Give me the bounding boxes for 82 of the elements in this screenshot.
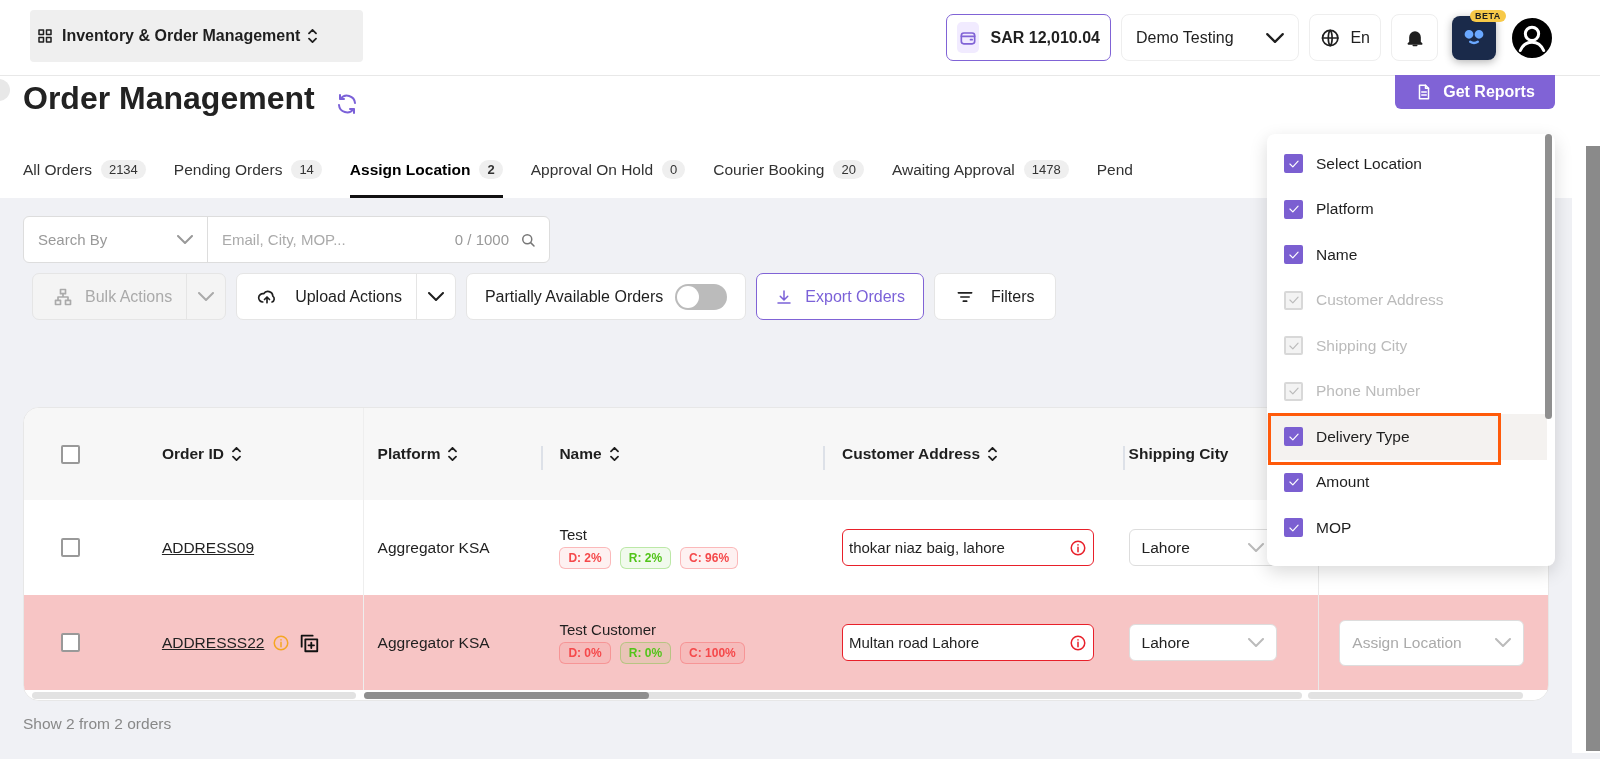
table-cell: Aggregator KSA — [377, 633, 490, 652]
account-dropdown[interactable]: Demo Testing — [1121, 14, 1299, 61]
count-badge: 2134 — [100, 160, 146, 179]
globe-icon — [1320, 26, 1341, 49]
column-header[interactable]: Shipping City — [1128, 445, 1229, 463]
hierarchy-icon — [53, 286, 73, 307]
scrollbar-thumb[interactable] — [1586, 146, 1600, 751]
menu-item[interactable]: Select Location — [1267, 141, 1547, 187]
customer-name: Test Customer — [559, 621, 657, 638]
info-icon[interactable] — [1069, 633, 1087, 652]
sort-icon — [308, 28, 318, 43]
checkbox[interactable] — [1284, 199, 1303, 219]
checkbox[interactable] — [1284, 154, 1303, 174]
column-header[interactable]: Name — [559, 445, 602, 463]
beta-badge: BETA — [1470, 9, 1506, 22]
count-badge: 2 — [479, 160, 503, 179]
download-icon — [775, 287, 794, 306]
tab[interactable]: Awaiting Approval 1478 — [891, 144, 1069, 198]
user-avatar-icon[interactable] — [1512, 17, 1552, 58]
checkbox[interactable] — [61, 444, 80, 464]
sort-icon[interactable] — [988, 447, 998, 461]
count-badge: 14 — [291, 160, 322, 179]
column-header[interactable]: Customer Address — [842, 445, 981, 463]
page-title: Order Management — [23, 80, 315, 117]
get-reports-button[interactable]: Get Reports — [1395, 75, 1555, 109]
menu-item[interactable]: Amount — [1267, 459, 1547, 505]
export-orders-button[interactable]: Export Orders — [756, 273, 924, 320]
checkbox[interactable] — [1284, 245, 1303, 265]
app-switcher-button[interactable]: Inventory & Order Management — [30, 9, 363, 62]
filters-button[interactable]: Filters — [933, 273, 1056, 320]
info-icon[interactable] — [1069, 538, 1087, 557]
table-cell: Aggregator KSA — [377, 538, 490, 557]
checkbox[interactable] — [61, 538, 80, 557]
checkbox[interactable] — [61, 633, 80, 652]
notifications-button[interactable] — [1391, 14, 1438, 61]
sort-icon[interactable] — [448, 447, 458, 461]
column-header[interactable]: Order ID — [161, 445, 224, 463]
chevron-down-icon — [1247, 638, 1264, 647]
order-id-link[interactable]: ADDRESS09 — [161, 538, 255, 557]
scrollbar-thumb[interactable] — [364, 691, 649, 699]
count-badge: 1478 — [1023, 160, 1069, 179]
checkbox[interactable] — [1284, 472, 1303, 492]
chevron-down-icon — [177, 235, 193, 244]
tab[interactable]: Courier Booking 20 — [713, 144, 864, 198]
chevron-down-icon — [1495, 638, 1512, 647]
tab[interactable]: Pending Orders 14 — [173, 144, 322, 198]
sort-icon[interactable] — [231, 447, 241, 461]
chevron-down-icon — [198, 292, 215, 301]
scrollbar-thumb[interactable] — [1545, 134, 1552, 419]
tab[interactable]: Approval On Hold 0 — [530, 144, 686, 198]
chevron-down-icon — [1247, 543, 1264, 552]
count-badge: 0 — [662, 160, 686, 179]
order-id-link[interactable]: ADDRESSS22 — [161, 633, 265, 652]
percentage-badge: D: 2% — [559, 547, 611, 569]
count-badge: 20 — [833, 160, 864, 179]
address-field[interactable]: thokar niaz baig, lahore — [842, 529, 1094, 566]
language-button[interactable]: En — [1309, 14, 1381, 61]
address-field[interactable]: Multan road Lahore — [842, 624, 1094, 661]
percentage-badge: C: 100% — [680, 642, 745, 664]
toggle-switch[interactable] — [675, 283, 728, 310]
percentage-badge: R: 2% — [619, 547, 672, 569]
menu-item[interactable]: Platform — [1267, 186, 1547, 232]
checkbox[interactable] — [1284, 518, 1303, 538]
menu-item[interactable]: Name — [1267, 232, 1547, 278]
tab[interactable]: All Orders 2134 — [23, 144, 146, 198]
percentage-badge: R: 0% — [619, 642, 672, 664]
city-select[interactable]: Lahore — [1128, 624, 1277, 661]
chevron-down-icon — [1266, 32, 1284, 43]
toggle-label: Partially Available Orders — [484, 287, 664, 306]
grid-icon — [36, 26, 54, 45]
percentage-badge: D: 0% — [559, 642, 611, 664]
percentage-badge: C: 96% — [680, 547, 739, 569]
column-header[interactable]: Platform — [377, 445, 441, 463]
customer-name: Test — [559, 526, 587, 543]
sort-icon[interactable] — [609, 447, 619, 461]
order-count-text: Show 2 from 2 orders — [23, 715, 173, 733]
character-counter: 0 / 1000 — [454, 231, 509, 248]
balance-button[interactable]: SAR 12,010.04 — [946, 14, 1111, 61]
checkbox[interactable] — [1284, 427, 1303, 447]
chevron-down-icon — [427, 292, 444, 301]
search-field[interactable]: Email, City, MOP... — [220, 230, 445, 249]
tab[interactable]: Pend — [1096, 144, 1133, 198]
